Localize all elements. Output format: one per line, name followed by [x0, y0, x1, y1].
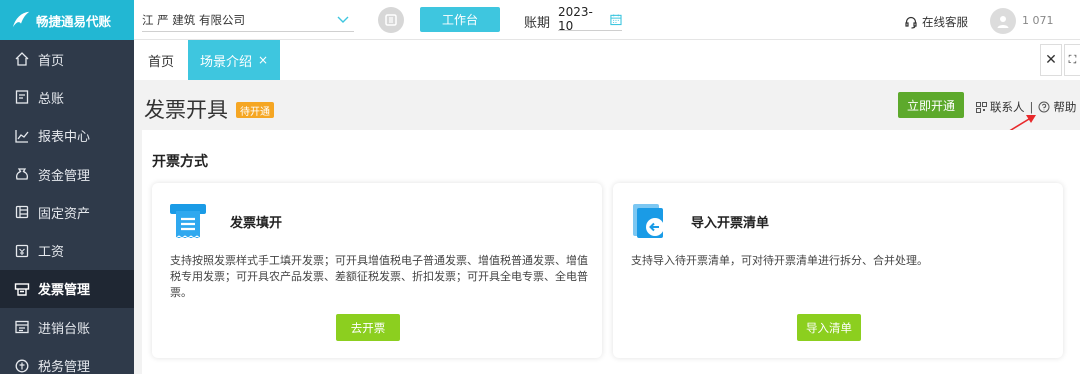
invoice-fill-card: 发票填开 支持按照发票样式手工填开发票；可开具增值税电子普通发票、增值税普通发票… — [152, 183, 602, 358]
top-bar: 江 严 建筑 有限公司 工作台 账期 2023-10 在线客服 1 071 — [134, 0, 1080, 40]
invoice-icon — [14, 281, 30, 297]
chart-icon — [14, 128, 30, 144]
sidebar-item-label: 发票管理 — [38, 283, 91, 299]
sidebar-item-reports[interactable]: 报表中心 — [0, 117, 134, 155]
money-bag-icon — [14, 166, 30, 182]
headset-icon — [905, 16, 917, 29]
close-icon: ✕ — [1045, 52, 1057, 68]
calendar-icon — [610, 13, 622, 25]
sidebar: 畅捷通易代账 首页 总账 报表中心 资金管理 固定资产 工资 发票管理 进销台账… — [0, 0, 134, 374]
brand-logo-icon — [12, 11, 30, 28]
card-description: 支持按照发票样式手工填开发票；可开具增值税电子普通发票、增值税普通发票、增值税专… — [170, 254, 588, 299]
tab-home-label: 首页 — [147, 54, 174, 70]
invoice-printer-icon — [170, 204, 206, 239]
tab-scene-intro-label: 场景介绍 — [199, 54, 252, 70]
inventory-icon — [14, 319, 30, 335]
section-title: 开票方式 — [152, 154, 208, 170]
sidebar-item-fixed-assets[interactable]: 固定资产 — [0, 193, 134, 231]
company-select[interactable]: 江 严 建筑 有限公司 — [142, 8, 354, 32]
sidebar-item-label: 固定资产 — [38, 206, 91, 222]
tabs-bar: 首页 场景介绍 × ✕ ⛶ — [134, 40, 1080, 80]
account-set-icon[interactable] — [378, 7, 404, 33]
asset-icon — [14, 204, 30, 220]
sidebar-item-label: 资金管理 — [38, 168, 91, 184]
company-name: 江 严 建筑 有限公司 — [142, 12, 245, 27]
tab-home[interactable]: 首页 — [134, 40, 188, 80]
sidebar-item-label: 总账 — [38, 91, 65, 107]
open-now-button[interactable]: 立即开通 — [898, 92, 964, 118]
chevron-down-icon — [337, 16, 349, 23]
workbench-button[interactable]: 工作台 — [420, 7, 500, 32]
import-list-button[interactable]: 导入清单 — [797, 314, 861, 341]
sidebar-item-tax[interactable]: 税务管理 — [0, 346, 134, 374]
sidebar-item-label: 报表中心 — [38, 130, 91, 146]
sidebar-item-label: 工资 — [38, 245, 65, 261]
page-title: 发票开具 — [144, 98, 228, 122]
import-list-card: 导入开票清单 支持导入待开票清单，可对待开票清单进行拆分、合并处理。 导入清单 — [613, 183, 1063, 358]
period-picker[interactable]: 2023-10 — [558, 5, 622, 33]
ledger-icon — [14, 89, 30, 105]
sidebar-item-label: 首页 — [38, 53, 65, 69]
brand-name: 畅捷通易代账 — [36, 13, 112, 29]
go-invoice-button[interactable]: 去开票 — [336, 314, 400, 341]
help-icon — [1038, 101, 1050, 113]
help-link[interactable]: 帮助 — [1053, 99, 1076, 115]
period-value: 2023-10 — [558, 5, 593, 33]
user-name[interactable]: 1 071 — [1022, 14, 1054, 27]
user-icon — [997, 16, 1009, 28]
card-title: 发票填开 — [230, 216, 283, 231]
fullscreen-button[interactable]: ⛶ — [1064, 44, 1080, 76]
import-list-icon — [633, 204, 664, 238]
sidebar-item-funds[interactable]: 资金管理 — [0, 155, 134, 193]
online-support-label: 在线客服 — [922, 15, 968, 29]
close-all-tabs-button[interactable]: ✕ — [1040, 44, 1062, 76]
qr-code-icon — [976, 101, 987, 113]
card-title: 导入开票清单 — [691, 216, 770, 231]
card-description: 支持导入待开票清单，可对待开票清单进行拆分、合并处理。 — [631, 254, 928, 267]
sidebar-item-salary[interactable]: 工资 — [0, 231, 134, 269]
status-badge: 待开通 — [236, 102, 274, 118]
sidebar-item-label: 税务管理 — [38, 360, 91, 374]
page-header: 发票开具 待开通 立即开通 联系人 | 帮助 — [134, 80, 1080, 128]
avatar[interactable] — [990, 8, 1016, 34]
sidebar-item-invoice[interactable]: 发票管理 — [0, 269, 134, 309]
period-label: 账期 — [524, 16, 551, 31]
tab-close-icon[interactable]: × — [258, 53, 268, 67]
sidebar-item-ledger[interactable]: 总账 — [0, 78, 134, 116]
sidebar-item-inventory[interactable]: 进销台账 — [0, 308, 134, 346]
home-icon — [14, 51, 30, 67]
tax-icon — [14, 358, 30, 374]
fullscreen-icon: ⛶ — [1068, 53, 1077, 66]
online-support-link[interactable]: 在线客服 — [904, 14, 968, 30]
tab-scene-intro[interactable]: 场景介绍 × — [188, 40, 280, 80]
sidebar-item-label: 进销台账 — [38, 321, 91, 337]
main-content: 开票方式 发票填开 支持按照发票样式手工填开发票；可开具增值税电子普通发票、增值… — [142, 130, 1080, 374]
brand-bar[interactable]: 畅捷通易代账 — [0, 0, 134, 40]
sidebar-item-home[interactable]: 首页 — [0, 40, 134, 78]
salary-icon — [14, 243, 30, 259]
